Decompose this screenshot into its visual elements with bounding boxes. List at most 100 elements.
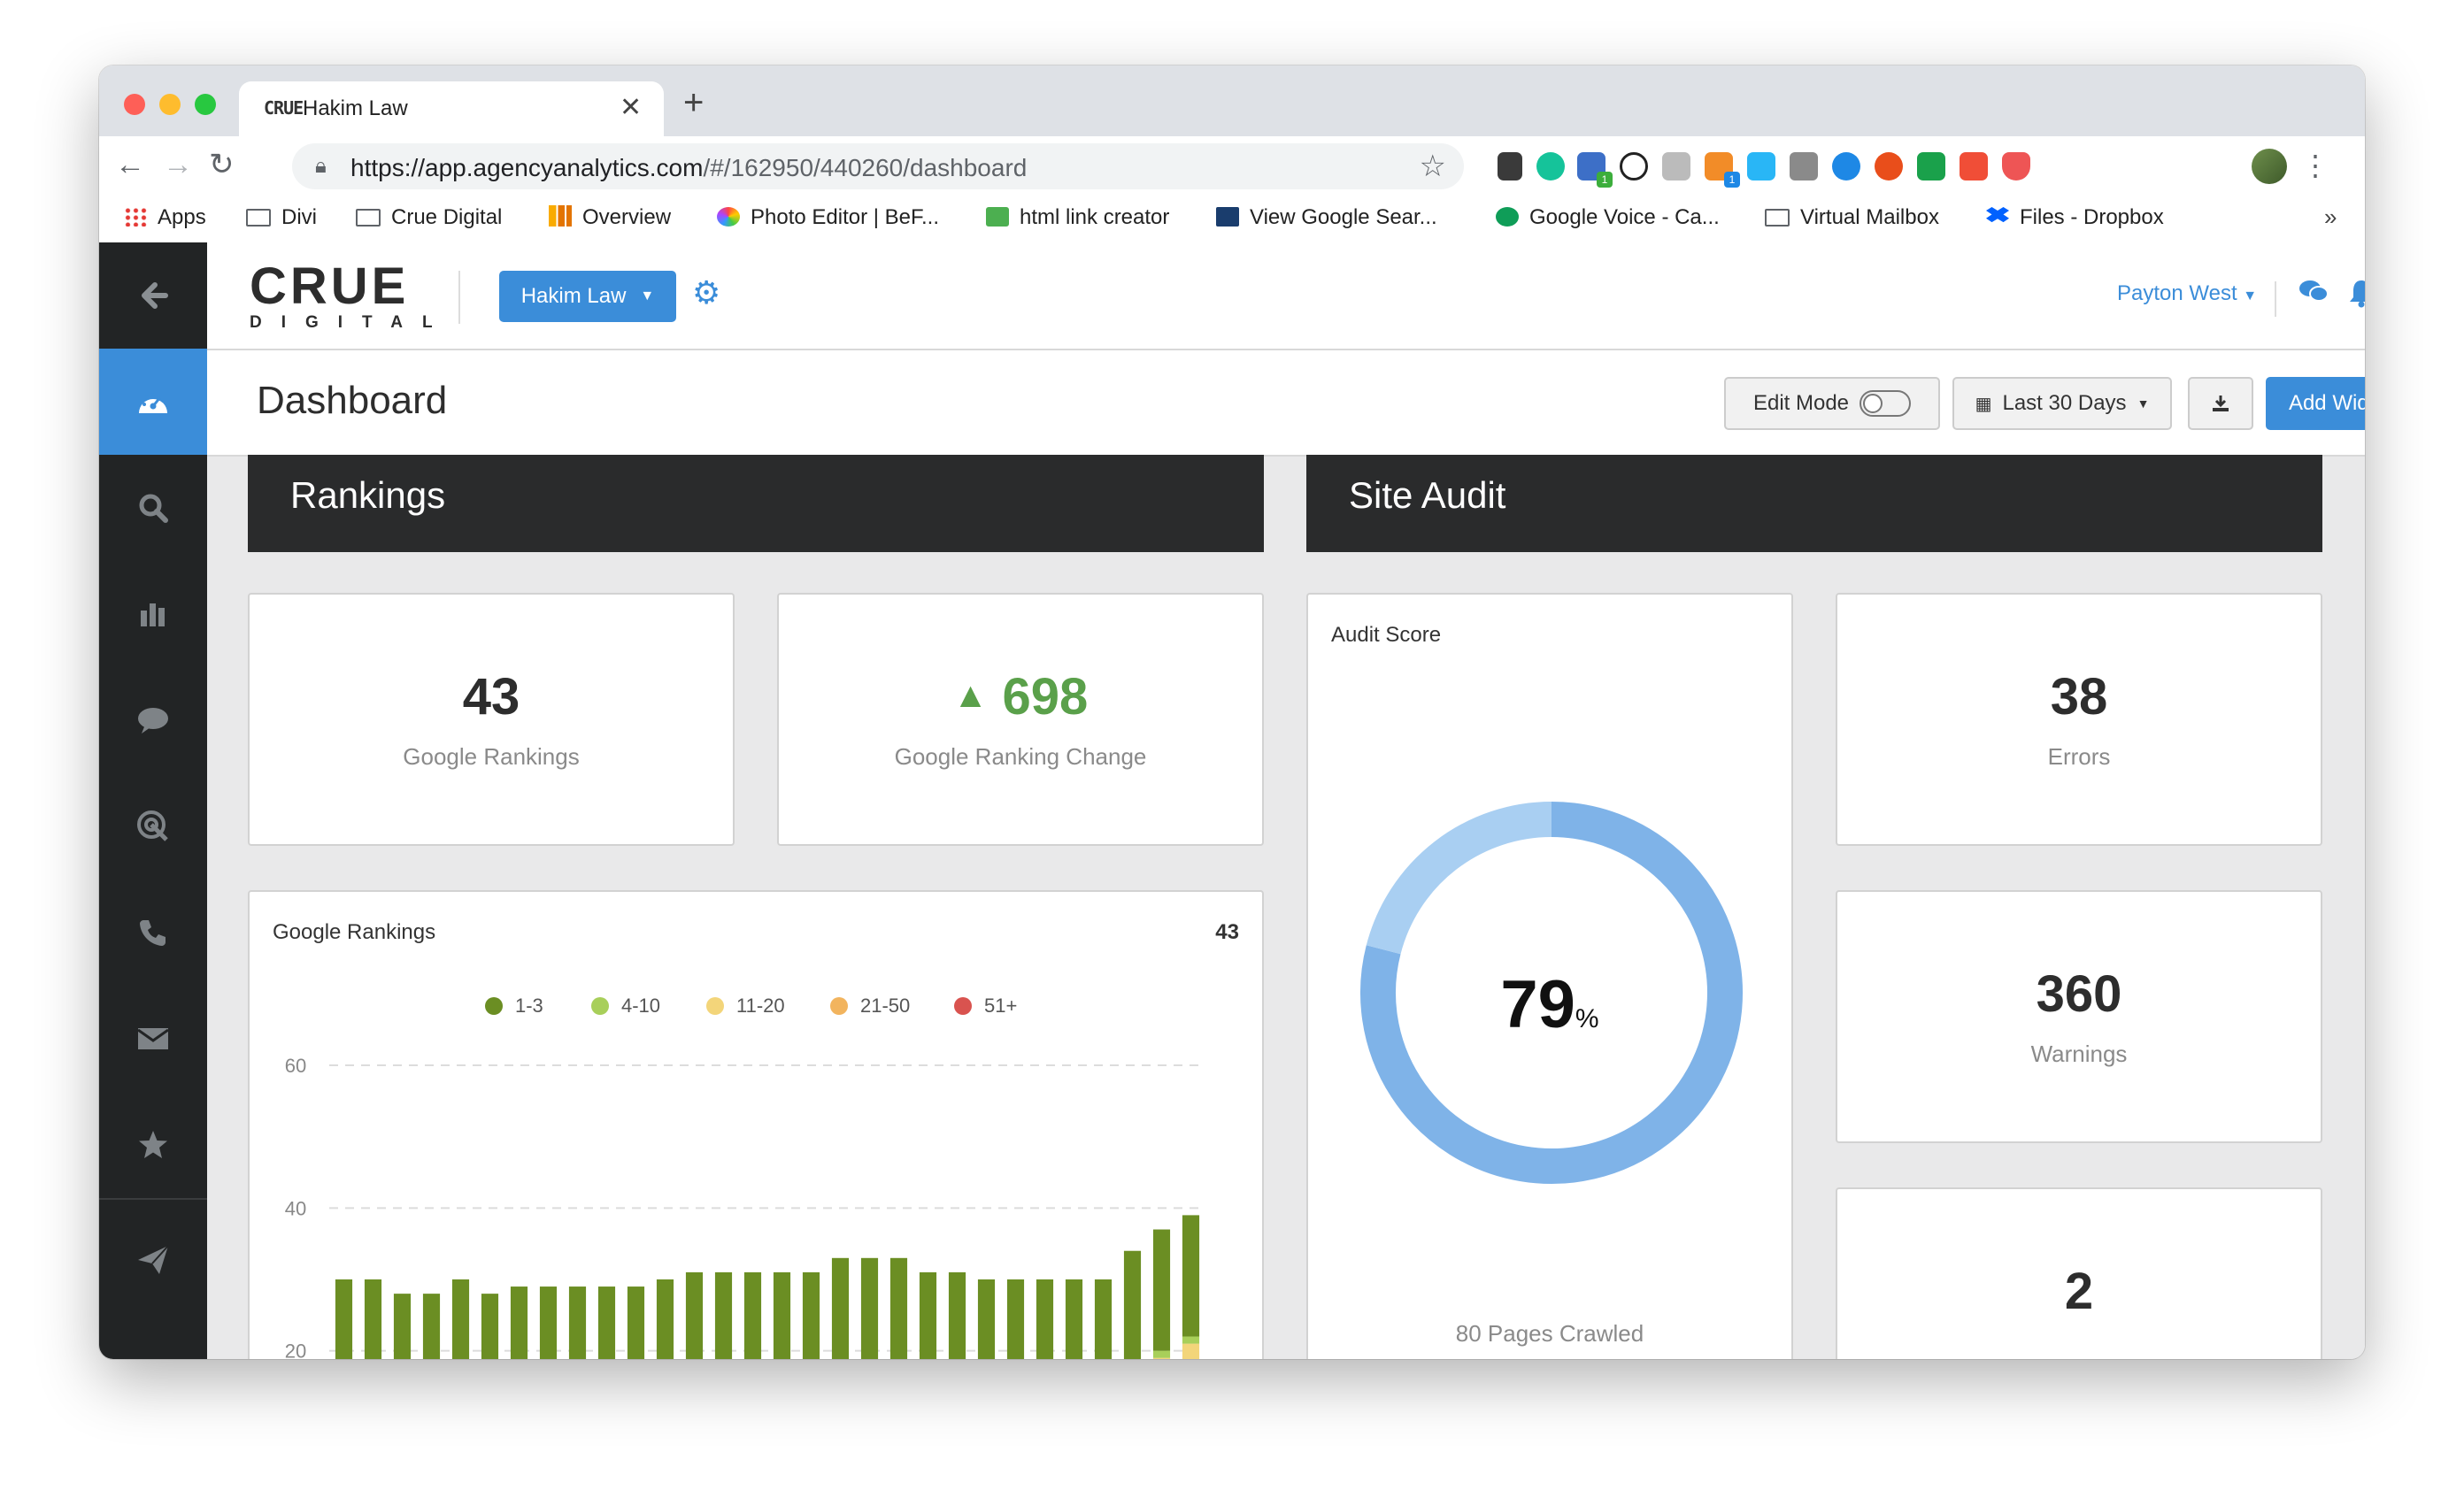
audit-score-card[interactable]: Audit Score 79% 80 Pages Crawled <box>1306 593 1793 1359</box>
user-menu[interactable]: Payton West ▼ <box>2117 281 2257 306</box>
download-button[interactable] <box>2188 377 2253 430</box>
bookmarks-overflow-icon[interactable]: » <box>2324 204 2337 231</box>
zoom-window-button[interactable] <box>195 94 216 115</box>
bookmark-star-icon[interactable]: ☆ <box>1420 149 1446 184</box>
bookmark-html-link-creator[interactable]: html link creator <box>986 205 1169 230</box>
kpi-label: Errors <box>2047 743 2111 770</box>
minimize-window-button[interactable] <box>159 94 181 115</box>
forward-button[interactable]: → <box>163 147 193 182</box>
analytics-icon <box>549 205 572 227</box>
code-extension-icon[interactable]: 1 <box>1577 152 1613 188</box>
bookmark-virtual-mailbox[interactable]: Virtual Mailbox <box>1765 205 1939 230</box>
y-tick-label: 60 <box>285 1055 306 1077</box>
notices-card[interactable]: 2 <box>1836 1187 2322 1359</box>
bookmark-apps[interactable]: Apps <box>124 205 206 230</box>
bar-segment <box>1006 1279 1025 1359</box>
chat-icon[interactable] <box>99 667 207 773</box>
crue-digital-logo[interactable]: CRUE DIGITAL <box>250 260 433 333</box>
dropbox-icon <box>1986 207 2009 223</box>
errors-card[interactable]: 38 Errors <box>1836 593 2322 846</box>
folder-icon <box>246 209 271 227</box>
screen-extension-icon[interactable] <box>1747 152 1775 180</box>
nav-divider <box>2275 281 2276 317</box>
tab-close-icon[interactable]: ✕ <box>620 92 642 123</box>
ranking-change-card[interactable]: ▲ 698 Google Ranking Change <box>777 593 1264 846</box>
bookmark-crue-digital[interactable]: Crue Digital <box>356 205 502 230</box>
bar-segment <box>1152 1357 1171 1359</box>
gear-icon[interactable]: ⚙ <box>692 274 720 311</box>
browser-tab[interactable]: CRUE Hakim Law ✕ <box>239 81 664 136</box>
edit-mode-toggle[interactable]: Edit Mode <box>1724 377 1940 430</box>
url-text: https://app.agencyanalytics.com/#/162950… <box>350 154 1028 181</box>
send-icon[interactable] <box>99 1207 207 1313</box>
grey-extension-icon[interactable] <box>1662 152 1690 180</box>
bl-icon <box>1216 207 1239 227</box>
seo-extension-icon[interactable] <box>1875 152 1903 180</box>
toggle-switch[interactable] <box>1860 390 1912 417</box>
bar-chart-icon[interactable] <box>99 561 207 667</box>
kpi-value: ▲ 698 <box>952 668 1089 726</box>
donut-slice <box>1366 802 1552 955</box>
bookmark-dropbox[interactable]: Files - Dropbox <box>1986 205 2164 230</box>
bookmark-photo-editor[interactable]: Photo Editor | BeF... <box>717 205 939 230</box>
calendar-icon: ▦ <box>1975 394 1992 414</box>
bell-icon[interactable] <box>2347 278 2365 315</box>
kpi-label: Google Rankings <box>403 743 580 770</box>
caret-down-icon: ▼ <box>2137 396 2150 411</box>
star-icon[interactable] <box>99 1092 207 1198</box>
tab-strip: CRUE Hakim Law ✕ + <box>99 65 2365 136</box>
rankings-bar-chart: 20 40 60 <box>285 1055 1205 1359</box>
caret-down-icon: ▼ <box>640 288 655 303</box>
date-range-button[interactable]: ▦ Last 30 Days ▼ <box>1952 377 2172 430</box>
bookmark-overview[interactable]: Overview <box>549 205 671 230</box>
search-icon[interactable] <box>99 455 207 561</box>
audit-score-value: 79% <box>1500 967 1599 1042</box>
bar-segment <box>889 1257 908 1359</box>
kpi-label: Google Ranking Change <box>894 743 1147 770</box>
bar-segment <box>656 1279 674 1359</box>
reload-button[interactable]: ↻ <box>209 147 235 182</box>
profile-avatar[interactable] <box>2252 149 2287 184</box>
checkmark-extension-icon[interactable] <box>1917 152 1945 180</box>
y-tick-label: 20 <box>285 1340 306 1359</box>
date-range-label: Last 30 Days <box>2002 391 2127 415</box>
dashboard-icon[interactable] <box>99 349 207 455</box>
target-icon[interactable] <box>99 773 207 879</box>
bookmark-divi[interactable]: Divi <box>246 205 317 230</box>
warnings-card[interactable]: 360 Warnings <box>1836 890 2322 1143</box>
back-button[interactable]: ← <box>115 147 145 182</box>
link-creator-icon <box>986 207 1009 227</box>
bar-segment <box>948 1271 966 1359</box>
check-extension-icon[interactable] <box>1832 152 1860 180</box>
google-voice-icon <box>1496 207 1519 227</box>
close-window-button[interactable] <box>124 94 145 115</box>
mail-icon[interactable] <box>99 986 207 1092</box>
percent-extension-icon[interactable] <box>1960 152 1988 180</box>
camera-extension-icon[interactable] <box>1790 152 1818 180</box>
eye-extension-icon[interactable] <box>1620 152 1648 180</box>
address-bar[interactable]: 🔒︎ https://app.agencyanalytics.com/#/162… <box>292 143 1464 189</box>
bar-segment <box>364 1279 382 1359</box>
bar-segment <box>568 1286 587 1359</box>
hubspot-extension-icon[interactable]: 1 <box>1705 152 1740 188</box>
bar-segment <box>597 1286 616 1359</box>
bar-segment <box>714 1271 733 1359</box>
bookmark-google-search[interactable]: View Google Sear... <box>1216 205 1437 230</box>
menu-kebab-icon[interactable]: ⋮ <box>2301 149 2329 182</box>
google-rankings-card[interactable]: 43 Google Rankings <box>248 593 735 846</box>
shield-extension-icon[interactable] <box>2002 152 2030 180</box>
add-widget-button[interactable]: Add Widget <box>2266 377 2365 430</box>
eyedropper-extension-icon[interactable] <box>1498 152 1522 180</box>
new-tab-button[interactable]: + <box>683 85 704 120</box>
client-selector-button[interactable]: Hakim Law ▼ <box>499 271 676 322</box>
browser-toolbar: ← → ↻ 🔒︎ https://app.agencyanalytics.com… <box>99 136 2365 195</box>
back-arrow-icon[interactable] <box>99 242 207 349</box>
download-icon <box>2213 396 2229 411</box>
phone-icon[interactable] <box>99 879 207 986</box>
bookmark-google-voice[interactable]: Google Voice - Ca... <box>1496 205 1720 230</box>
grammarly-extension-icon[interactable] <box>1536 152 1565 180</box>
bar-segment <box>919 1271 937 1359</box>
comments-icon[interactable] <box>2298 278 2329 313</box>
bar-segment <box>393 1294 412 1359</box>
arrow-up-icon: ▲ <box>952 676 989 715</box>
